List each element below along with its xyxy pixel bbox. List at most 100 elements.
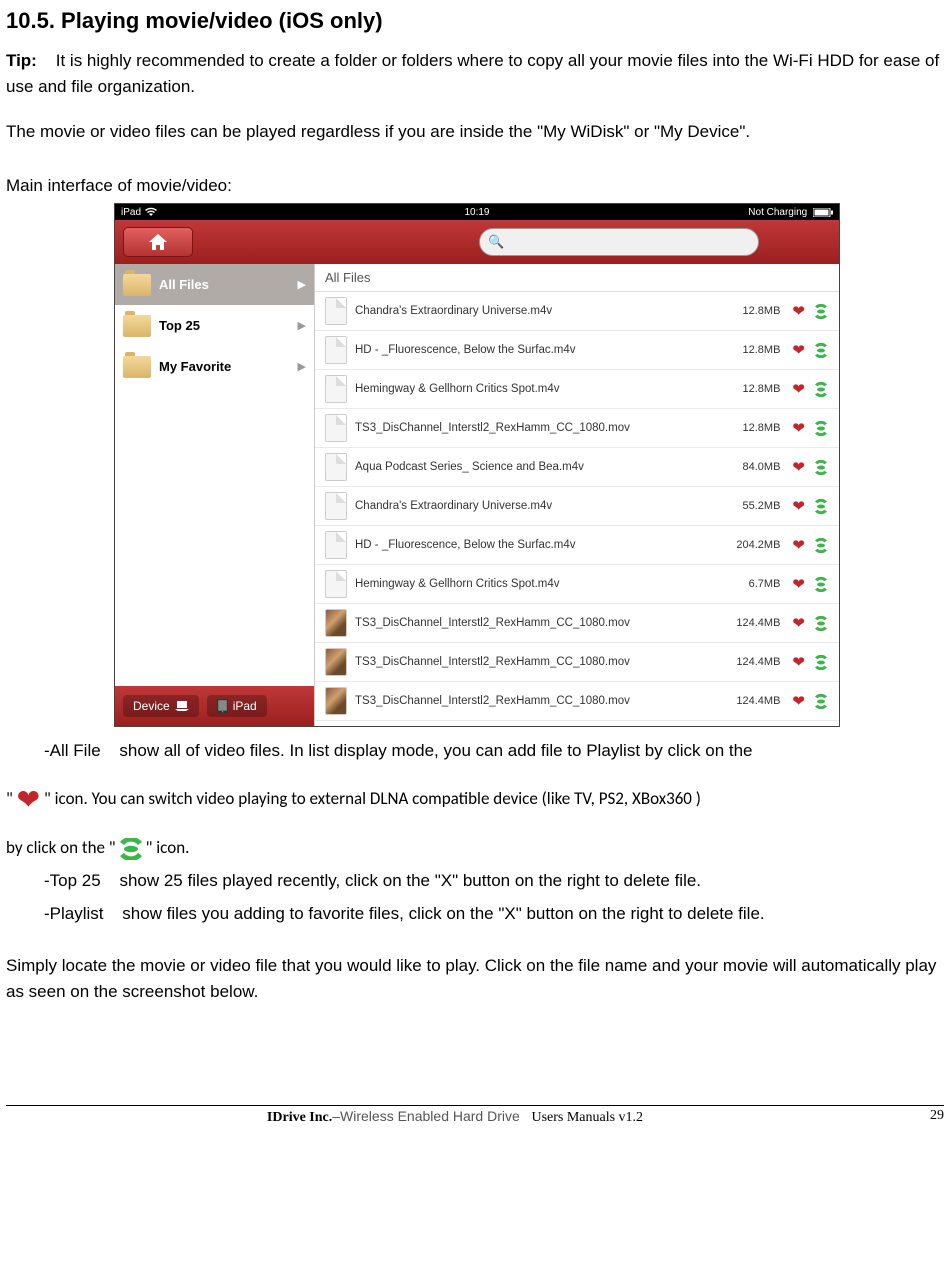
locate-paragraph: Simply locate the movie or video file th…	[6, 953, 944, 1006]
home-button[interactable]	[123, 227, 193, 257]
favorite-heart-icon[interactable]: ❤	[792, 497, 805, 515]
dlna-cast-icon[interactable]	[813, 304, 829, 319]
file-row[interactable]: TS3_DisChannel_Interstl2_RexHamm_CC_1080…	[315, 409, 839, 448]
file-row[interactable]: Hemingway & Gellhorn Critics Spot.m4v6.7…	[315, 565, 839, 604]
footer-product: –Wireless Enabled Hard Drive	[332, 1108, 520, 1124]
file-name: Chandra's Extraordinary Universe.m4v	[355, 305, 717, 317]
dlna-cast-icon[interactable]	[813, 382, 829, 397]
sidebar-item-label: All Files	[159, 277, 209, 292]
tip-label: Tip:	[6, 51, 37, 70]
file-icon	[325, 336, 347, 364]
sidebar: All Files▶Top 25▶ My Favorite ▶ Device iPa…	[115, 264, 315, 726]
dlna-cast-icon[interactable]	[813, 655, 829, 670]
file-size: 55.2MB	[725, 500, 780, 512]
device-tab[interactable]: Device	[123, 695, 199, 717]
dlna-cast-icon[interactable]	[813, 421, 829, 436]
app-screenshot: iPad 10:19 Not Charging 🔍 All Files▶Top …	[114, 203, 840, 727]
dlna-cast-icon[interactable]	[813, 694, 829, 709]
dlna-cast-icon[interactable]	[813, 499, 829, 514]
top25-text: show 25 files played recently, click on …	[119, 871, 701, 890]
sidebar-item-label: My Favorite	[159, 359, 231, 374]
folder-icon	[123, 315, 151, 337]
playlist-text: show files you adding to favorite files,…	[122, 904, 764, 923]
allfile-text-2: " icon. You can switch video playing to …	[44, 788, 701, 809]
sidebar-item-label: Top 25	[159, 318, 200, 333]
device-icon	[175, 701, 189, 711]
file-size: 124.4MB	[725, 695, 780, 707]
favorite-heart-icon[interactable]: ❤	[792, 380, 805, 398]
search-field[interactable]: 🔍	[479, 228, 759, 256]
favorite-heart-icon[interactable]: ❤	[792, 536, 805, 554]
file-icon	[325, 297, 347, 325]
allfile-text-3a: by click on the "	[6, 837, 116, 858]
ipad-tab-label: iPad	[233, 699, 257, 713]
favorite-heart-icon[interactable]: ❤	[792, 341, 805, 359]
dlna-cast-icon[interactable]	[813, 577, 829, 592]
top25-label: -Top 25	[44, 867, 101, 896]
file-size: 84.0MB	[725, 461, 780, 473]
file-row[interactable]: TS3_DisChannel_Interstl2_RexHamm_CC_1080…	[315, 604, 839, 643]
folder-icon	[123, 274, 151, 296]
file-icon	[325, 492, 347, 520]
dlna-cast-icon[interactable]	[813, 538, 829, 553]
file-name: TS3_DisChannel_Interstl2_RexHamm_CC_1080…	[355, 617, 717, 629]
file-icon	[325, 687, 347, 715]
file-row[interactable]: HD - _Fluorescence, Below the Surfac.m4v…	[315, 526, 839, 565]
search-icon: 🔍	[488, 234, 504, 250]
sidebar-item-0[interactable]: All Files▶	[115, 264, 314, 305]
wifi-icon	[145, 207, 157, 217]
carrier-text: iPad	[121, 207, 141, 218]
file-row[interactable]: TS3_DisChannel_Interstl2_RexHamm_CC_1080…	[315, 643, 839, 682]
ipad-tab[interactable]: iPad	[207, 695, 267, 717]
file-name: TS3_DisChannel_Interstl2_RexHamm_CC_1080…	[355, 422, 717, 434]
allfile-text-3b: " icon.	[146, 837, 190, 858]
file-size: 124.4MB	[725, 617, 780, 629]
heart-icon: ❤	[17, 776, 40, 824]
file-icon	[325, 414, 347, 442]
file-row[interactable]: Aqua Podcast Series_ Science and Bea.m4v…	[315, 448, 839, 487]
dlna-cast-icon[interactable]	[813, 616, 829, 631]
ipad-icon	[217, 699, 228, 713]
file-name: HD - _Fluorescence, Below the Surfac.m4v	[355, 539, 717, 551]
battery-text: Not Charging	[748, 207, 807, 218]
quote-open: "	[6, 788, 13, 809]
footer-company: IDrive Inc.	[267, 1110, 332, 1125]
file-icon	[325, 648, 347, 676]
sidebar-item-2[interactable]: My Favorite ▶	[115, 346, 314, 387]
file-row[interactable]: TS3_DisChannel_Interstl2_RexHamm_CC_1080…	[315, 682, 839, 721]
status-time: 10:19	[358, 207, 595, 218]
allfile-desc-line1: -All File show all of video files. In li…	[6, 737, 944, 766]
allfile-text-1: show all of video files. In list display…	[119, 741, 752, 760]
file-row[interactable]: Chandra's Extraordinary Universe.m4v 12.8…	[315, 292, 839, 331]
favorite-heart-icon[interactable]: ❤	[792, 692, 805, 710]
favorite-heart-icon[interactable]: ❤	[792, 575, 805, 593]
device-tab-label: Device	[133, 699, 170, 713]
favorite-heart-icon[interactable]: ❤	[792, 458, 805, 476]
dlna-cast-icon[interactable]	[813, 343, 829, 358]
file-icon	[325, 609, 347, 637]
content-header: All Files	[315, 264, 839, 292]
ios-status-bar: iPad 10:19 Not Charging	[115, 204, 839, 220]
favorite-heart-icon[interactable]: ❤	[792, 614, 805, 632]
file-row[interactable]: HD - _Fluorescence, Below the Surfac.m4v…	[315, 331, 839, 370]
page-footer: IDrive Inc.–Wireless Enabled Hard Drive …	[6, 1105, 944, 1126]
file-size: 204.2MB	[725, 539, 780, 551]
dlna-icon	[116, 838, 146, 860]
favorite-heart-icon[interactable]: ❤	[792, 419, 805, 437]
favorite-heart-icon[interactable]: ❤	[792, 653, 805, 671]
file-size: 12.8MB	[725, 422, 780, 434]
footer-manual: Users Manuals v1.2	[531, 1110, 643, 1125]
file-size: 6.7MB	[725, 578, 780, 590]
file-name: TS3_DisChannel_Interstl2_RexHamm_CC_1080…	[355, 695, 717, 707]
chevron-right-icon: ▶	[298, 360, 306, 373]
section-heading: 10.5. Playing movie/video (iOS only)	[6, 8, 944, 34]
file-size: 12.8MB	[725, 383, 780, 395]
allfile-desc-line3: by click on the " " icon.	[6, 834, 944, 863]
file-row[interactable]: Chandra's Extraordinary Universe.m4v55.2…	[315, 487, 839, 526]
dlna-cast-icon[interactable]	[813, 460, 829, 475]
file-size: 12.8MB	[725, 305, 780, 317]
sidebar-item-1[interactable]: Top 25▶	[115, 305, 314, 346]
sidebar-bottom-bar: Device iPad	[115, 686, 314, 726]
file-row[interactable]: Hemingway & Gellhorn Critics Spot.m4v12.…	[315, 370, 839, 409]
favorite-heart-icon[interactable]: ❤	[792, 302, 805, 320]
